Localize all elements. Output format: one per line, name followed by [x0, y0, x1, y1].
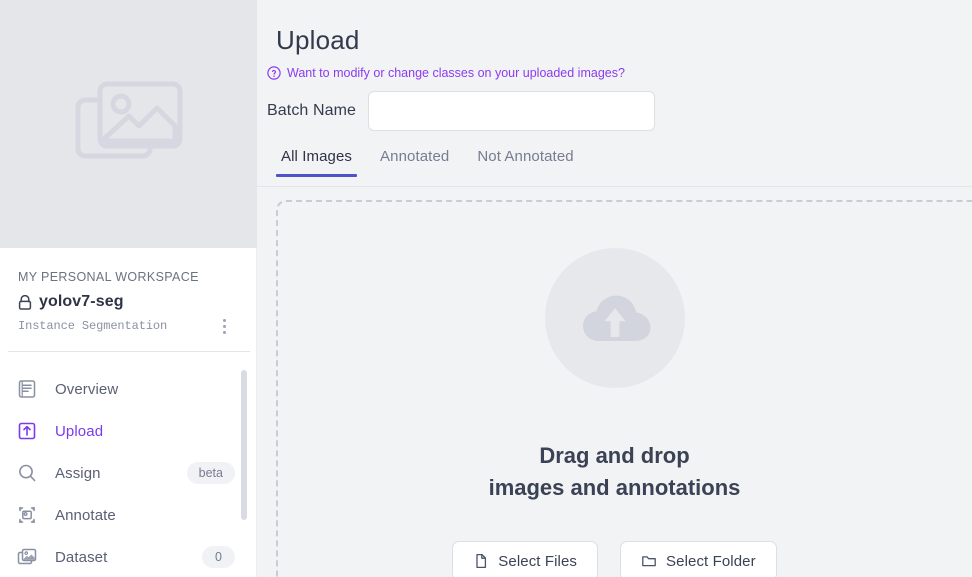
- modify-classes-help-link[interactable]: Want to modify or change classes on your…: [267, 66, 625, 80]
- dropzone-title-line2: images and annotations: [488, 475, 741, 500]
- dropzone-actions: Select Files Select Folder: [452, 541, 777, 577]
- status-badge: beta: [186, 462, 235, 484]
- tab-not-annotated[interactable]: Not Annotated: [463, 148, 587, 177]
- project-type: Instance Segmentation: [18, 319, 168, 333]
- select-folder-label: Select Folder: [666, 552, 756, 570]
- project-meta-row: Instance Segmentation: [18, 316, 239, 336]
- images-icon: [16, 546, 38, 568]
- upload-dropzone[interactable]: Drag and drop images and annotations Sel…: [276, 200, 972, 577]
- tab-annotated[interactable]: Annotated: [366, 148, 463, 177]
- sidebar-item-annotate[interactable]: Annotate: [0, 494, 257, 536]
- sidebar-item-label: Overview: [55, 380, 119, 398]
- dropzone-content: Drag and drop images and annotations Sel…: [278, 248, 951, 577]
- sidebar-item-overview[interactable]: Overview: [0, 368, 257, 410]
- tab-all-images[interactable]: All Images: [267, 148, 366, 177]
- cloud-upload-badge: [544, 248, 685, 388]
- file-icon: [473, 553, 489, 569]
- lock-icon: [18, 294, 32, 310]
- stacked-images-icon: [74, 78, 184, 170]
- sidebar-divider: [8, 351, 250, 352]
- sidebar-item-dataset[interactable]: Dataset 0: [0, 536, 257, 577]
- project-row[interactable]: yolov7-seg: [18, 293, 239, 311]
- batch-name-row: Batch Name: [267, 91, 656, 131]
- sidebar-item-assign[interactable]: Assign beta: [0, 452, 257, 494]
- select-folder-button[interactable]: Select Folder: [620, 541, 777, 577]
- dropzone-title-line1: Drag and drop: [539, 443, 690, 468]
- page-title: Upload: [276, 25, 360, 55]
- select-files-label: Select Files: [498, 552, 578, 570]
- sidebar: MY PERSONAL WORKSPACE yolov7-seg Instanc…: [0, 0, 257, 577]
- upload-page: MY PERSONAL WORKSPACE yolov7-seg Instanc…: [0, 0, 972, 577]
- sidebar-item-label: Annotate: [55, 506, 116, 524]
- image-filter-tabs: All Images Annotated Not Annotated: [267, 148, 588, 177]
- book-icon: [16, 378, 38, 400]
- batch-name-input[interactable]: [368, 91, 656, 131]
- folder-icon: [641, 553, 657, 569]
- workspace-label: MY PERSONAL WORKSPACE: [18, 270, 199, 284]
- workspace-block: MY PERSONAL WORKSPACE yolov7-seg Instanc…: [0, 248, 257, 336]
- project-name: yolov7-seg: [39, 293, 124, 310]
- sidebar-item-label: Assign: [55, 464, 101, 482]
- tabs-underline: [257, 186, 972, 187]
- question-circle-icon: [267, 66, 281, 80]
- count-badge: 0: [202, 546, 235, 568]
- annotate-box-icon: [16, 504, 38, 526]
- help-link-text: Want to modify or change classes on your…: [287, 66, 625, 80]
- sidebar-nav: Overview Upload Assign beta Annotate Dat…: [0, 368, 257, 577]
- main-content: Upload Want to modify or change classes …: [257, 0, 972, 577]
- sidebar-item-label: Upload: [55, 422, 104, 440]
- upload-box-icon: [16, 420, 38, 442]
- project-preview-panel: [0, 0, 257, 248]
- search-icon: [16, 462, 38, 484]
- cloud-upload-icon: [577, 287, 653, 349]
- sidebar-scrollbar-thumb[interactable]: [241, 370, 247, 520]
- select-files-button[interactable]: Select Files: [452, 541, 599, 577]
- sidebar-item-label: Dataset: [55, 548, 108, 566]
- batch-name-label: Batch Name: [267, 102, 357, 119]
- sidebar-item-upload[interactable]: Upload: [0, 410, 257, 452]
- kebab-menu-icon[interactable]: [215, 316, 233, 336]
